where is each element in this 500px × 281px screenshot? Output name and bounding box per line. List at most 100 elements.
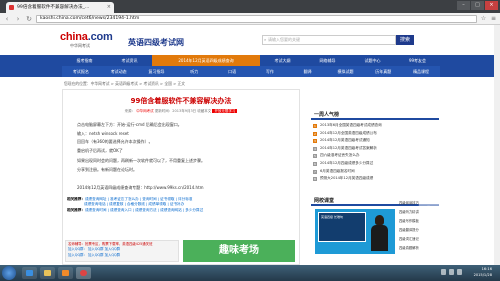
related-label: 相关推荐： bbox=[67, 207, 85, 212]
nav-item[interactable]: 网络辅导 bbox=[305, 55, 350, 66]
nav-item[interactable]: 历年真题 bbox=[364, 66, 402, 77]
nav-item[interactable]: 听力 bbox=[175, 66, 213, 77]
close-window-button[interactable]: × bbox=[485, 1, 498, 10]
taskbar-ie-icon[interactable] bbox=[22, 267, 37, 279]
breadcrumb[interactable]: 您现在的位置：中华网考试 > 英语四级考试 > 考试资讯 > 全国 > 正文 bbox=[64, 81, 185, 87]
taskbar-chrome-icon[interactable] bbox=[76, 267, 91, 279]
hot-item-text: 四六级准考证丢失怎么办 bbox=[320, 153, 360, 158]
nav-item[interactable]: 模拟试题 bbox=[327, 66, 365, 77]
hot-list-panel: 一周人气榜 1 2013年6月全国英语四级考试成绩查询 2 2014年12月全国英语… bbox=[311, 110, 439, 183]
video-thumbnail[interactable]: 英语四级 长难句 bbox=[315, 209, 395, 254]
hot-list-item[interactable]: 8 预测大2014年12月英语四级成绩 bbox=[313, 175, 439, 183]
hot-list-title: 一周人气榜 bbox=[311, 110, 439, 120]
clock-date: 2015/1/28 bbox=[473, 272, 492, 277]
browser-tab[interactable]: 99倍含着服软件不兼容解决办法_... × bbox=[6, 2, 114, 13]
search-input[interactable]: ⌕ 请输入您要的关键 bbox=[262, 35, 396, 45]
hot-item-text: 2014年12月英语四级考试答案解析 bbox=[320, 145, 377, 150]
meta-source-label: 来源： bbox=[124, 109, 136, 113]
paragraph: 输入：netsh winsock reset bbox=[77, 130, 129, 136]
hot-list-item[interactable]: 1 2013年6月全国英语四级考试成绩查询 bbox=[313, 122, 439, 130]
meta-fav-link[interactable]: 收藏本文 bbox=[197, 109, 211, 113]
meta-source[interactable]: 中华网考试 bbox=[136, 109, 154, 113]
meta-date: 更新时间：2013年9月3日 bbox=[154, 109, 197, 113]
taskbar-media-icon[interactable] bbox=[58, 267, 73, 279]
tray-icon[interactable] bbox=[457, 269, 462, 275]
hot-item-text: 2014年12月全国英语四级成绩公布 bbox=[320, 130, 377, 135]
topic-link[interactable]: 2014年12月英语四级成绩查询专题：http://www.99ks.cn/20… bbox=[77, 185, 289, 191]
related-links-text[interactable]: 成绩查询时间 | 成绩查询入口 | 成绩查询方法 | 成绩查询网站 | 多少分算… bbox=[85, 208, 203, 213]
taskbar-folder-icon[interactable] bbox=[40, 267, 55, 279]
article-panel: 99倍含着服软件不兼容解决办法 来源： 中华网考试 更新时间：2013年9月3日… bbox=[62, 89, 300, 265]
search-button[interactable]: 搜索 bbox=[396, 35, 414, 45]
forward-icon[interactable]: › bbox=[14, 14, 22, 24]
bookmark-star-icon[interactable]: ☆ bbox=[480, 15, 487, 22]
search-placeholder: 请输入您要的关键 bbox=[268, 37, 300, 42]
hot-list-item[interactable]: 3 2014年12月英语四级考试通知 bbox=[313, 137, 439, 145]
logo-subtitle: 中华网考试 bbox=[70, 43, 90, 48]
video-link[interactable]: 四级真题解析 bbox=[399, 244, 439, 253]
hot-list-item[interactable]: 5 四六级准考证丢失怎么办 bbox=[313, 152, 439, 160]
page-content: china.com 中华网考试 英语四级考试网 ⌕ 请输入您要的关键 搜索 报考… bbox=[0, 25, 500, 265]
minimize-button[interactable]: – bbox=[457, 1, 470, 10]
tab-bar: 99倍含着服软件不兼容解决办法_... × – □ × bbox=[0, 0, 500, 13]
nav-item[interactable]: 考试动态 bbox=[100, 66, 138, 77]
browser-toolbar: ‹ › ↻ kaoshi.china.com/cet6/news/234194-… bbox=[0, 13, 500, 25]
menu-icon[interactable]: ≡ bbox=[490, 15, 497, 22]
nav-item[interactable]: 考试报名 bbox=[62, 66, 100, 77]
back-icon[interactable]: ‹ bbox=[3, 14, 11, 24]
logo-text: china bbox=[60, 31, 88, 43]
maximize-button[interactable]: □ bbox=[471, 1, 484, 10]
reload-icon[interactable]: ↻ bbox=[25, 14, 33, 24]
video-board: 英语四级 长难句 bbox=[318, 212, 366, 242]
clock[interactable]: 16:16 2015/1/28 bbox=[474, 267, 492, 278]
start-button[interactable] bbox=[2, 266, 16, 280]
video-link[interactable]: 四级词汇速记 bbox=[399, 235, 439, 244]
nav-item[interactable]: 复习指导 bbox=[138, 66, 176, 77]
article-body: 点击电脑屏幕左下方：开始-运行-cmd 后确后会出现窗口。 输入：netsh w… bbox=[77, 122, 289, 190]
hot-list-item[interactable]: 2 2014年12月全国英语四级成绩公布 bbox=[313, 130, 439, 138]
paragraph: 回回车（有360的要选择允许本次操作）。 bbox=[77, 139, 153, 145]
logo-tld: .com bbox=[87, 31, 113, 43]
site-logo[interactable]: china.com 中华网考试 bbox=[60, 31, 113, 49]
rank-badge: 5 bbox=[313, 154, 317, 159]
scrollbar[interactable] bbox=[494, 25, 500, 265]
hot-list-item[interactable]: 6 2014年12月四级成绩多少分算过 bbox=[313, 160, 439, 168]
taskbar: 16:16 2015/1/28 bbox=[0, 265, 500, 281]
hot-list-item[interactable]: 4 2014年12月英语四级考试答案解析 bbox=[313, 145, 439, 153]
tray-icon[interactable] bbox=[441, 269, 446, 275]
nav-row-1: 报考指南 考试资讯 2014年12月英语四级成绩查询 考试大纲 网络辅导 试题中… bbox=[62, 55, 440, 66]
rank-badge: 1 bbox=[313, 124, 317, 128]
rank-badge: 7 bbox=[313, 169, 317, 174]
teacher-figure bbox=[370, 215, 388, 251]
tab-close-icon[interactable]: × bbox=[107, 2, 111, 13]
nav-item-active[interactable]: 2014年12月英语四级成绩查询 bbox=[152, 55, 260, 66]
system-tray bbox=[441, 269, 462, 275]
hot-list-item[interactable]: 7 6月英语四级报名时间 bbox=[313, 168, 439, 176]
nav-item[interactable]: 报考指南 bbox=[62, 55, 107, 66]
main-nav: 报考指南 考试资讯 2014年12月英语四级成绩查询 考试大纲 网络辅导 试题中… bbox=[0, 55, 500, 77]
site-name: 英语四级考试网 bbox=[128, 38, 184, 47]
browser-window: 99倍含着服软件不兼容解决办法_... × – □ × ‹ › ↻ kaoshi… bbox=[0, 0, 500, 265]
nav-item[interactable]: 口语 bbox=[213, 66, 251, 77]
nav-item[interactable]: 考试资讯 bbox=[107, 55, 152, 66]
tray-icon[interactable] bbox=[449, 269, 454, 275]
rank-badge: 2 bbox=[313, 131, 317, 136]
hot-item-text: 2013年6月全国英语四级考试成绩查询 bbox=[320, 123, 382, 127]
qq-line[interactable]: 加入QQ群： 加入QQ群 加入QQ群 bbox=[68, 253, 176, 258]
nav-item[interactable]: 写作 bbox=[251, 66, 289, 77]
search-icon: ⌕ bbox=[264, 37, 267, 42]
hot-item-text: 2014年12月四级成绩多少分算过 bbox=[320, 160, 374, 165]
rank-badge: 4 bbox=[313, 146, 317, 151]
nav-item[interactable]: 翻译 bbox=[289, 66, 327, 77]
nav-item[interactable]: 试题中心 bbox=[350, 55, 395, 66]
paragraph: 如果出现同时会的问题，再刷新一次软件就可以了，不用重复上述步骤。 bbox=[77, 158, 205, 164]
site-header: china.com 中华网考试 英语四级考试网 ⌕ 请输入您要的关键 搜索 bbox=[0, 25, 500, 55]
favicon-icon bbox=[9, 5, 14, 10]
address-bar[interactable]: kaoshi.china.com/cet6/news/234194-1.htm bbox=[36, 14, 477, 23]
promo-area: 名师辅导：抢票专区，购票下载率，英语四级425通关班 加入QQ群： 加入QQ群 … bbox=[65, 240, 297, 262]
nav-item[interactable]: 考试大纲 bbox=[260, 55, 305, 66]
nav-item[interactable]: 99考友会 bbox=[395, 55, 440, 66]
meta-action-button[interactable]: 开放无限学习 bbox=[212, 109, 238, 113]
nav-item[interactable]: 精品课程 bbox=[402, 66, 440, 77]
ad-banner[interactable]: 趣味考场 bbox=[183, 240, 295, 262]
